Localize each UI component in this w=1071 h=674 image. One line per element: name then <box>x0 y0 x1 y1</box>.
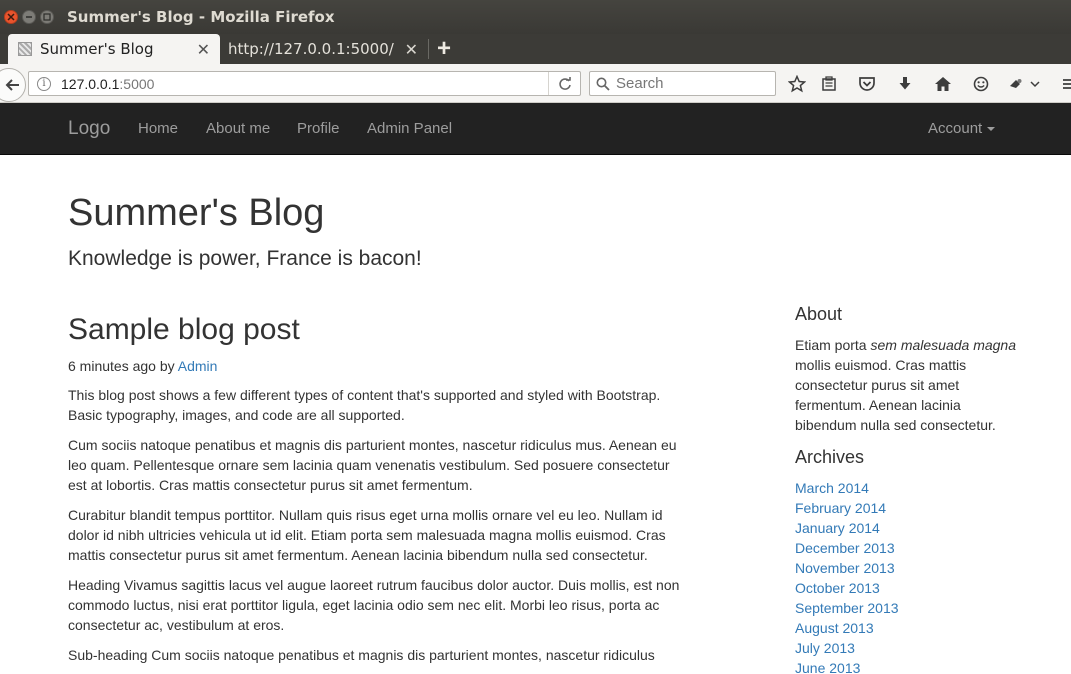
archive-item: January 2014 <box>795 518 1020 538</box>
info-icon[interactable]: i <box>37 76 51 91</box>
extension-button[interactable] <box>1006 74 1042 94</box>
nav-link-about[interactable]: About me <box>206 120 270 137</box>
about-text: Etiam porta sem malesuada magna mollis e… <box>795 335 1020 435</box>
window-titlebar: Summer's Blog - Mozilla Firefox <box>0 0 1071 34</box>
post-paragraph: Heading Vivamus sagittis lacus vel augue… <box>68 577 680 633</box>
window-title: Summer's Blog - Mozilla Firefox <box>67 8 335 26</box>
archive-link[interactable]: June 2013 <box>795 660 860 674</box>
tab-inactive[interactable]: http://127.0.0.1:5000/ ✕ <box>228 34 428 64</box>
post-paragraph: Cum sociis natoque penatibus et magnis d… <box>68 437 677 493</box>
minimize-icon <box>26 16 32 18</box>
about-text-part: mollis euismod. Cras mattis consectetur … <box>795 357 996 433</box>
nav-link-admin-panel[interactable]: Admin Panel <box>367 120 452 137</box>
tab-close-icon[interactable]: ✕ <box>405 40 418 59</box>
post-title: Sample blog post <box>68 313 300 346</box>
download-button[interactable] <box>895 74 915 94</box>
account-dropdown[interactable]: Account <box>928 120 996 137</box>
tab-label: http://127.0.0.1:5000/ <box>228 40 394 58</box>
archive-link[interactable]: February 2014 <box>795 500 886 516</box>
archive-item: July 2013 <box>795 638 1020 658</box>
reading-list-button[interactable] <box>819 74 839 94</box>
archive-link[interactable]: November 2013 <box>795 560 895 576</box>
emoji-icon <box>973 76 989 92</box>
post-author-link[interactable]: Admin <box>178 358 218 374</box>
search-icon <box>596 77 610 91</box>
archive-link[interactable]: March 2014 <box>795 480 869 496</box>
archive-link[interactable]: December 2013 <box>795 540 895 556</box>
archive-item: December 2013 <box>795 538 1020 558</box>
search-input[interactable]: Search <box>589 71 776 96</box>
archive-link[interactable]: September 2013 <box>795 600 899 616</box>
archive-item: August 2013 <box>795 618 1020 638</box>
home-icon <box>935 77 951 91</box>
tab-close-icon[interactable]: ✕ <box>197 40 210 59</box>
favicon-icon <box>18 42 32 56</box>
archive-item: March 2014 <box>795 478 1020 498</box>
archive-item: November 2013 <box>795 558 1020 578</box>
emoji-button[interactable] <box>971 74 991 94</box>
archive-item: October 2013 <box>795 578 1020 598</box>
nav-link-home[interactable]: Home <box>138 120 178 137</box>
archive-item: June 2013 <box>795 658 1020 674</box>
blog-sidebar: About Etiam porta sem malesuada magna mo… <box>795 302 1020 674</box>
tab-active[interactable]: Summer's Blog ✕ <box>8 34 220 64</box>
blog-description: Knowledge is power, France is bacon! <box>68 247 422 270</box>
back-button[interactable] <box>0 68 26 102</box>
url-bar[interactable]: i 127.0.0.1:5000 <box>28 71 581 96</box>
maximize-icon <box>43 13 51 21</box>
about-text-part: Etiam porta <box>795 337 871 353</box>
blog-title: Summer's Blog <box>68 192 325 234</box>
archive-link[interactable]: August 2013 <box>795 620 874 636</box>
browser-toolbar: i 127.0.0.1:5000 Search <box>0 64 1071 103</box>
extension-icon <box>1010 79 1040 88</box>
caret-down-icon <box>987 127 996 132</box>
reading-list-icon <box>822 76 836 91</box>
archive-link[interactable]: January 2014 <box>795 520 880 536</box>
bookmark-star-icon <box>788 75 806 93</box>
nav-link-profile[interactable]: Profile <box>297 120 340 137</box>
back-icon <box>5 79 19 91</box>
site-navbar: Logo Home About me Profile Admin Panel A… <box>0 103 1071 155</box>
post-paragraph: Sub-heading Cum sociis natoque penatibus… <box>68 647 655 663</box>
search-placeholder: Search <box>616 75 664 92</box>
url-port: :5000 <box>119 75 155 92</box>
archive-item: September 2013 <box>795 598 1020 618</box>
tab-divider <box>428 39 429 59</box>
window-close-button[interactable] <box>4 10 18 24</box>
bookmark-star-button[interactable] <box>787 74 807 94</box>
post-paragraph: Curabitur blandit tempus porttitor. Null… <box>68 507 666 563</box>
download-icon <box>899 77 911 90</box>
close-icon <box>7 13 15 21</box>
tab-label: Summer's Blog <box>40 40 154 58</box>
post-meta-time: 6 minutes ago by <box>68 358 175 374</box>
archive-item: February 2014 <box>795 498 1020 518</box>
archives-heading: Archives <box>795 447 865 467</box>
archive-link[interactable]: October 2013 <box>795 580 880 596</box>
blog-main: Sample blog post 6 minutes ago by Admin … <box>68 313 688 674</box>
pocket-button[interactable] <box>857 74 877 94</box>
reload-icon <box>558 76 571 90</box>
navbar-brand[interactable]: Logo <box>68 118 110 140</box>
account-label: Account <box>928 120 983 137</box>
menu-button[interactable] <box>1058 74 1071 94</box>
reload-button[interactable] <box>548 72 580 95</box>
menu-icon <box>1063 79 1071 89</box>
window-maximize-button[interactable] <box>40 10 54 24</box>
about-heading: About <box>795 304 843 324</box>
tab-strip: Summer's Blog ✕ http://127.0.0.1:5000/ ✕… <box>0 34 1071 64</box>
pocket-icon <box>859 77 875 91</box>
home-button[interactable] <box>933 74 953 94</box>
about-text-emphasis: sem malesuada magna <box>870 337 1017 353</box>
post-meta: 6 minutes ago by Admin <box>68 356 688 376</box>
window-minimize-button[interactable] <box>22 10 36 24</box>
url-host: 127.0.0.1 <box>61 75 120 92</box>
archive-link[interactable]: July 2013 <box>795 640 855 656</box>
archives-list: March 2014 February 2014 January 2014 De… <box>795 478 1020 674</box>
post-paragraph: This blog post shows a few different typ… <box>68 387 661 423</box>
new-tab-button[interactable]: + <box>437 35 451 63</box>
